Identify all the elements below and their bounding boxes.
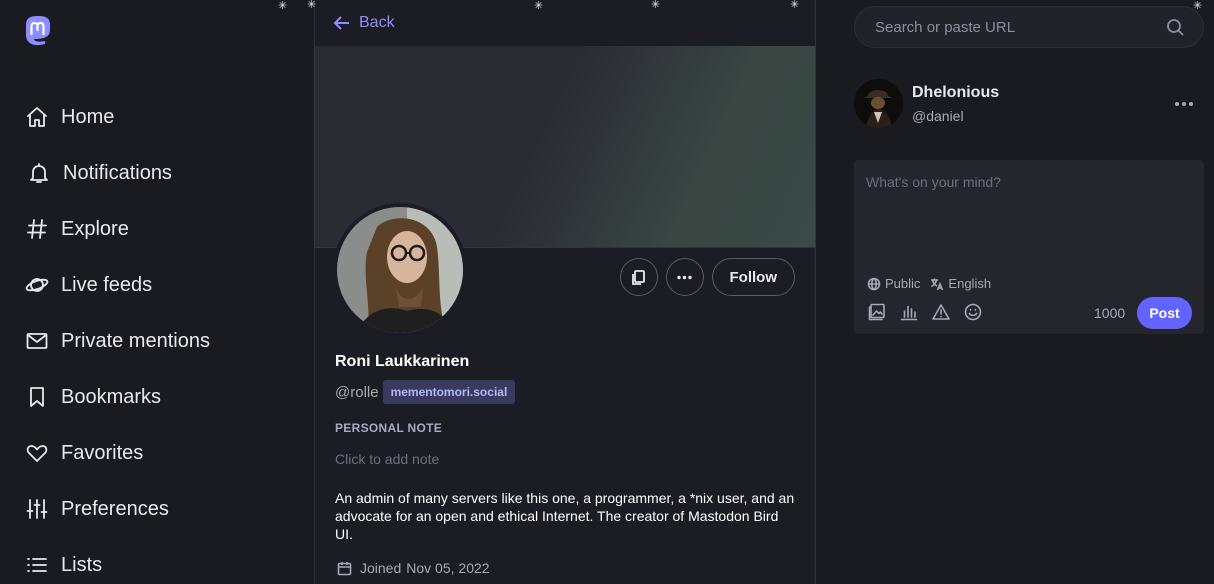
nav-item-preferences[interactable]: Preferences (24, 481, 210, 537)
nav-label: Bookmarks (61, 385, 162, 408)
snowflake-icon: ✳ (534, 0, 544, 12)
compose-toolbar (868, 303, 982, 321)
home-icon (24, 105, 49, 130)
personal-note-input[interactable]: Click to add note (335, 451, 439, 467)
account-handle: @daniel (912, 107, 964, 124)
warning-icon (932, 304, 950, 320)
translate-icon (931, 278, 944, 290)
current-account: Dhelonious @daniel (854, 79, 999, 128)
left-sidebar: Home Notifications Explore Live feeds Pr… (0, 0, 314, 584)
mastodon-logo-icon[interactable] (23, 15, 53, 47)
image-icon (868, 303, 885, 321)
back-button[interactable]: Back (315, 0, 815, 46)
nav-label: Notifications (63, 161, 172, 184)
nav-item-lists[interactable]: Lists (24, 537, 210, 584)
character-counter: 1000 (1094, 305, 1126, 321)
nav-item-bookmarks[interactable]: Bookmarks (24, 369, 210, 425)
more-options-button[interactable] (665, 258, 704, 296)
profile-avatar[interactable] (333, 203, 467, 337)
more-horizontal-icon (677, 275, 692, 279)
nav-label: Private mentions (61, 329, 210, 352)
joined-date-value: Nov 05, 2022 (406, 560, 490, 576)
search-input[interactable] (855, 7, 1203, 47)
compose-options: Public English (867, 276, 991, 291)
visibility-label: Public (885, 276, 921, 291)
profile-column: Back Follow Roni Laukkarinen @rolle meme… (314, 0, 816, 584)
language-label: English (948, 276, 992, 291)
nav-item-live-feeds[interactable]: Live feeds (24, 257, 210, 313)
poll-icon (900, 305, 918, 321)
nav-label: Lists (61, 553, 103, 576)
post-button[interactable]: Post (1137, 297, 1192, 329)
profile-actions: Follow (619, 258, 795, 296)
envelope-icon (24, 329, 49, 354)
personal-note-label: PERSONAL NOTE (335, 421, 443, 435)
profile-bio: An admin of many servers like this one, … (335, 490, 795, 542)
visibility-selector[interactable]: Public (867, 276, 920, 291)
nav-item-home[interactable]: Home (24, 89, 210, 145)
joined-label: Joined (360, 560, 402, 576)
language-selector[interactable]: English (930, 276, 991, 291)
account-display-name: Dhelonious (912, 83, 1000, 101)
globe-icon (867, 277, 881, 291)
arrow-left-icon (333, 16, 349, 30)
snowflake-icon: ✳ (1193, 0, 1203, 12)
snowflake-icon: ✳ (278, 0, 288, 12)
nav-label: Favorites (61, 441, 144, 464)
profile-handle-row: @rolle mementomori.social (335, 380, 516, 404)
list-icon (24, 553, 49, 578)
domain-badge[interactable]: mementomori.social (382, 380, 516, 404)
compose-form: Public English 1000 Post (854, 160, 1204, 334)
profile-handle: @rolle (335, 383, 379, 401)
snowflake-icon: ✳ (651, 0, 661, 11)
emoji-icon (964, 303, 982, 321)
account-avatar[interactable] (854, 79, 903, 128)
snowflake-icon: ✳ (307, 0, 317, 11)
joined-date: Joined Nov 05, 2022 (337, 560, 490, 576)
copy-icon (632, 269, 645, 285)
search-box (854, 6, 1204, 48)
nav-item-favorites[interactable]: Favorites (24, 425, 210, 481)
nav-item-private-mentions[interactable]: Private mentions (24, 313, 210, 369)
right-sidebar: Dhelonious @daniel Public English 1000 P… (816, 0, 1214, 584)
hashtag-icon (24, 217, 49, 242)
back-label: Back (359, 14, 395, 31)
account-menu-button[interactable] (1174, 97, 1194, 111)
nav-label: Live feeds (61, 273, 153, 296)
add-media-button[interactable] (868, 303, 886, 321)
bell-icon (26, 161, 51, 186)
planet-icon (24, 273, 49, 298)
heart-icon (24, 441, 49, 466)
nav-label: Explore (61, 217, 129, 240)
more-horizontal-icon (1175, 102, 1193, 106)
nav-item-explore[interactable]: Explore (24, 201, 210, 257)
add-poll-button[interactable] (900, 303, 918, 321)
sliders-icon (24, 497, 49, 522)
content-warning-button[interactable] (932, 303, 950, 321)
profile-display-name: Roni Laukkarinen (335, 353, 470, 370)
search-icon[interactable] (1166, 18, 1185, 37)
emoji-button[interactable] (964, 303, 982, 321)
main-nav: Home Notifications Explore Live feeds Pr… (24, 89, 210, 584)
bookmark-icon (24, 385, 49, 410)
nav-label: Home (61, 105, 115, 128)
nav-label: Preferences (61, 497, 169, 520)
snowflake-icon: ✳ (790, 0, 800, 11)
compose-textarea[interactable] (854, 160, 1204, 260)
copy-link-button[interactable] (619, 258, 658, 296)
follow-button[interactable]: Follow (711, 258, 795, 296)
calendar-icon (337, 561, 352, 575)
nav-item-notifications[interactable]: Notifications (24, 145, 210, 201)
